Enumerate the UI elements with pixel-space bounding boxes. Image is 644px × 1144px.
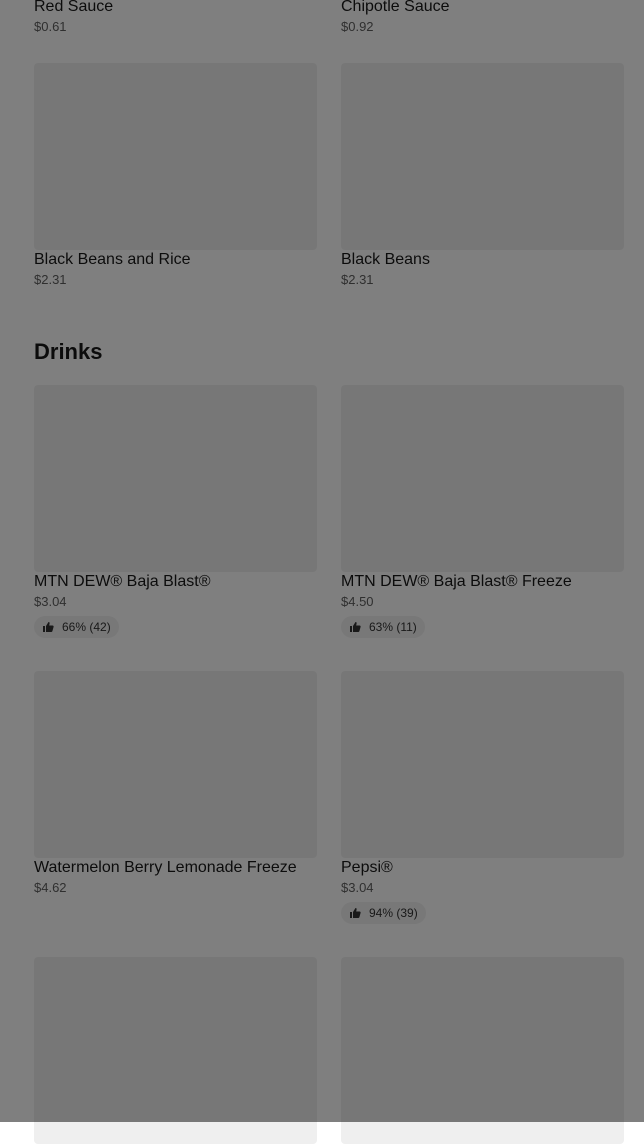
modal-backdrop[interactable] — [0, 0, 644, 1122]
